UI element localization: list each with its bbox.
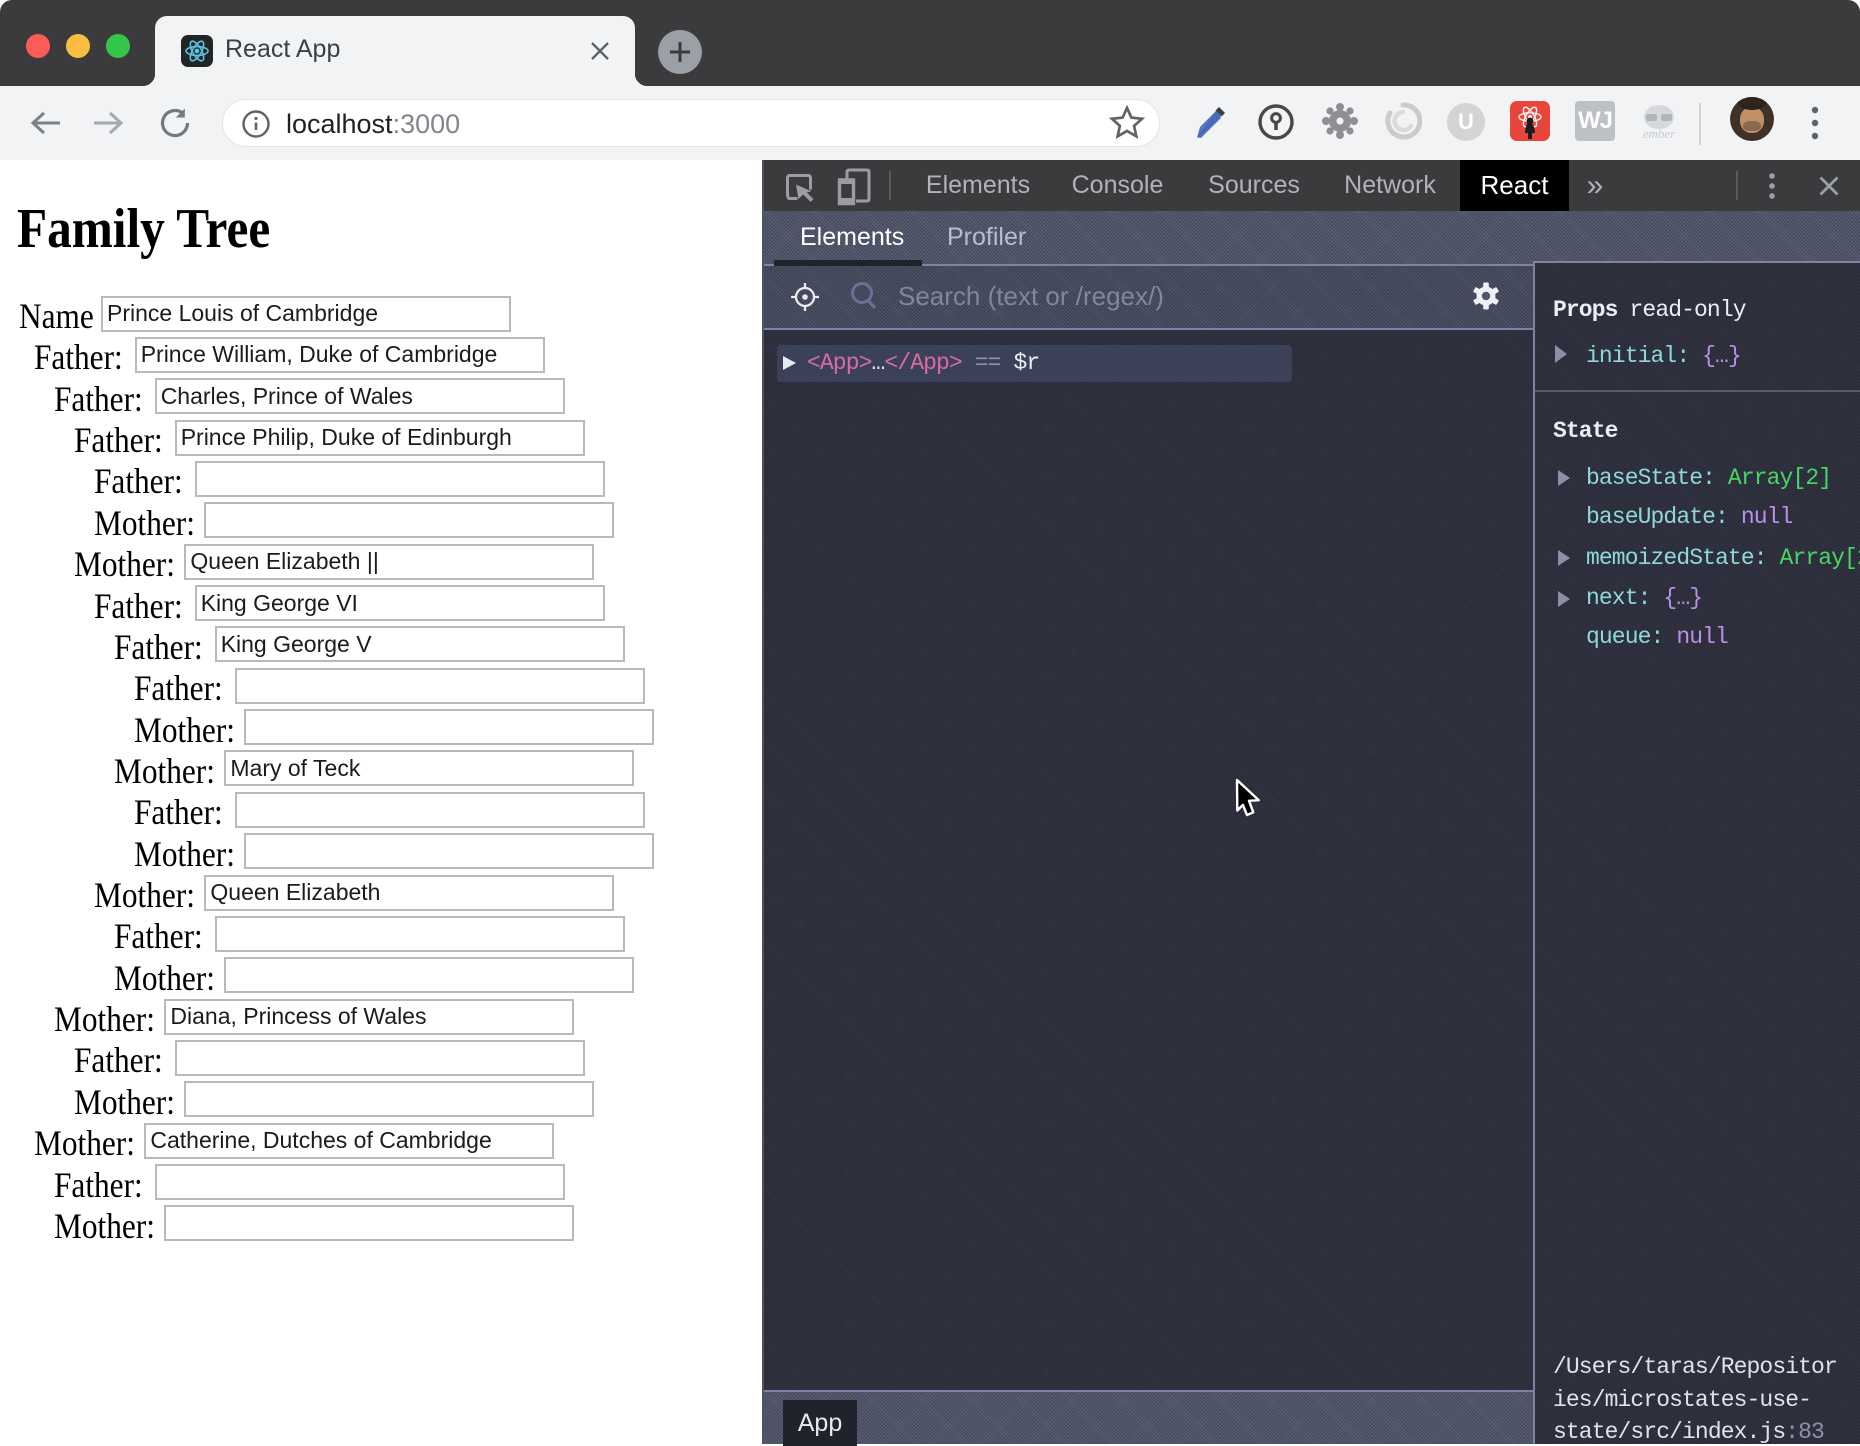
svg-text:ember: ember xyxy=(1643,126,1676,141)
